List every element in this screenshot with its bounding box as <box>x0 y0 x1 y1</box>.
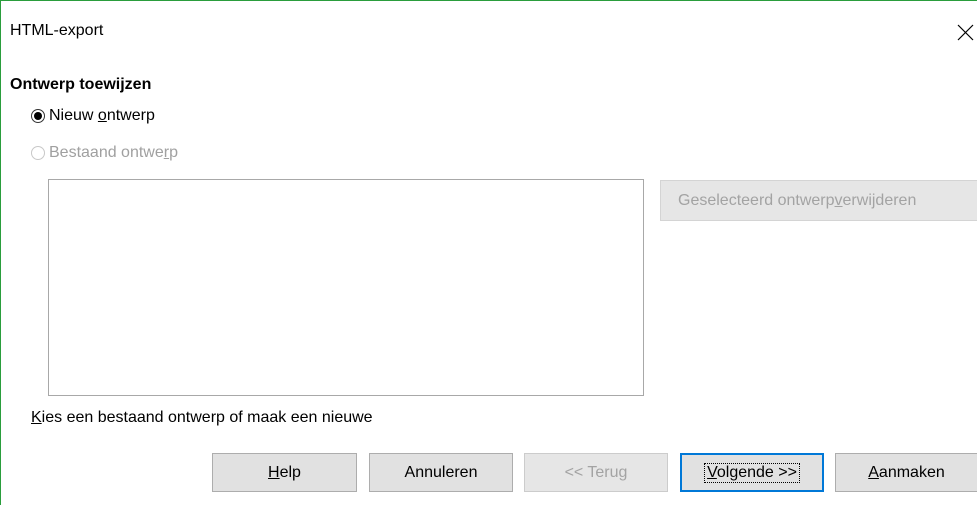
cancel-button[interactable]: Annuleren <box>369 453 513 492</box>
section-heading: Ontwerp toewijzen <box>10 76 152 93</box>
radio-unchecked-icon <box>31 146 45 160</box>
close-icon[interactable] <box>951 21 977 47</box>
title-bar[interactable]: HTML-export <box>1 1 977 41</box>
html-export-dialog: HTML-export Ontwerp toewijzen Nieuw ontw… <box>0 0 977 505</box>
create-button[interactable]: Aanmaken <box>835 453 977 492</box>
close-icon-glyph <box>957 24 974 41</box>
next-button[interactable]: Volgende >> <box>680 453 824 492</box>
existing-design-label: Bestaand ontwerp <box>49 144 178 161</box>
help-button[interactable]: Help <box>212 453 357 492</box>
focus-ring: Volgende >> <box>704 462 800 483</box>
new-design-label: Nieuw ontwerp <box>49 107 155 124</box>
design-list[interactable] <box>48 179 644 396</box>
remove-selected-design-button: Geselecteerd ontwerp v erwijderen <box>660 180 977 221</box>
back-button: << Terug <box>524 453 668 492</box>
radio-checked-icon[interactable] <box>31 109 45 123</box>
hint-text: Kies een bestaand ontwerp of maak een ni… <box>31 409 373 426</box>
window-title: HTML-export <box>10 22 104 39</box>
existing-design-option: Bestaand ontwerp <box>31 142 178 164</box>
new-design-option[interactable]: Nieuw ontwerp <box>31 105 155 127</box>
